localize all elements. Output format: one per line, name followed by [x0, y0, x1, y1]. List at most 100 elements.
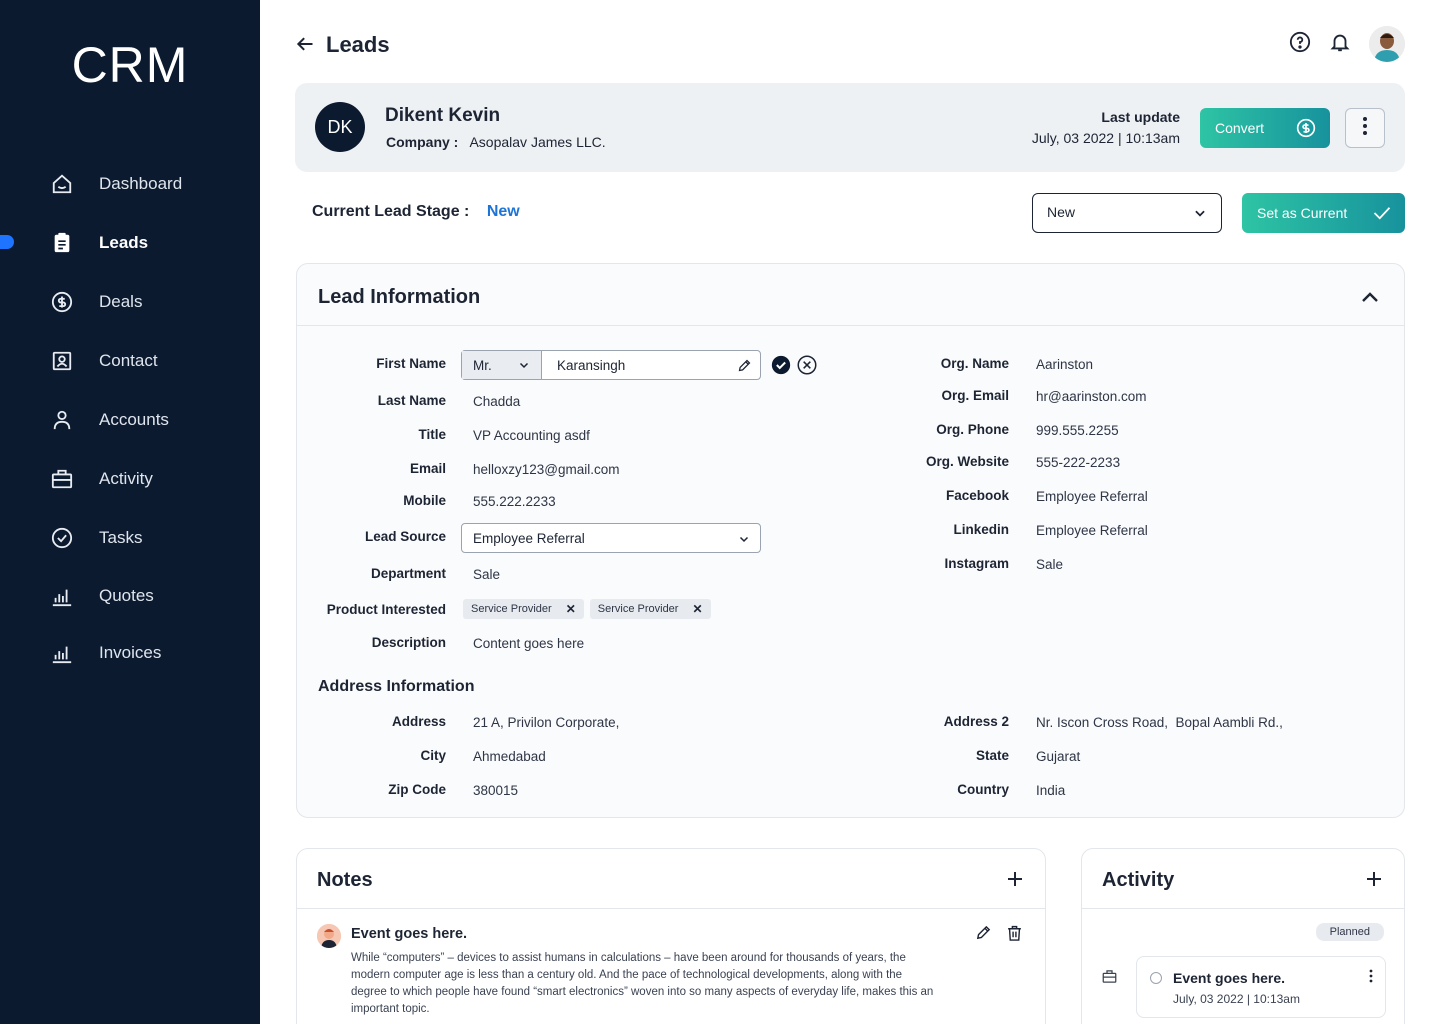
notification-bell-icon[interactable] [1329, 31, 1351, 58]
stage-label: Current Lead Stage : [312, 203, 470, 220]
linkedin-label: Linkedin [953, 522, 1009, 537]
stage-select[interactable]: New [1032, 193, 1222, 233]
pencil-icon[interactable] [737, 358, 752, 376]
avatar[interactable] [1369, 26, 1405, 62]
chevron-down-icon [737, 533, 751, 548]
sidebar-item-label: Accounts [99, 409, 169, 429]
kebab-menu-icon[interactable] [1369, 969, 1373, 988]
instagram-label: Instagram [944, 556, 1009, 571]
product-chip-label: Service Provider [597, 603, 679, 615]
linkedin-value: Employee Referral [1036, 523, 1148, 538]
dollar-circle-icon [50, 290, 74, 314]
add-note-icon[interactable] [1007, 871, 1023, 892]
sidebar-item-leads[interactable]: Leads [0, 213, 260, 272]
lead-information-header[interactable]: Lead Information [297, 264, 1404, 326]
title-label: Title [418, 427, 446, 442]
lead-summary-card: DK Dikent Kevin Company : Asopalav James… [295, 83, 1405, 172]
sidebar-item-tasks[interactable]: Tasks [0, 508, 260, 567]
product-chip: Service Provider ✕ [463, 599, 584, 619]
pencil-icon[interactable] [975, 924, 992, 947]
last-update-label: Last update [1101, 109, 1180, 125]
salutation-select[interactable]: Mr. [462, 351, 542, 379]
back-arrow-icon[interactable] [295, 34, 315, 59]
product-chip: Service Provider ✕ [589, 599, 711, 619]
user-icon [50, 408, 74, 432]
sidebar-item-deals[interactable]: Deals [0, 272, 260, 331]
address-2-value: Nr. Iscon Cross Road, Bopal Aambli Rd., [1036, 715, 1283, 730]
sidebar-item-quotes[interactable]: Quotes [0, 567, 260, 624]
trash-icon[interactable] [1006, 924, 1023, 947]
sidebar: CRM Dashboard Leads Deals Contact Accoun… [0, 0, 260, 1024]
city-label: City [420, 748, 446, 763]
app-logo: CRM [71, 37, 189, 93]
top-bar: Leads [295, 26, 1405, 66]
lead-information-card: Lead Information First Name Mr. Karansin… [296, 263, 1405, 818]
activity-title: Activity [1102, 869, 1175, 891]
email-label: Email [409, 461, 446, 476]
help-icon[interactable] [1289, 31, 1311, 58]
cancel-x-icon[interactable] [797, 355, 817, 380]
lead-stage-row: Current Lead Stage : New [312, 203, 520, 221]
company-label: Company : [386, 134, 459, 150]
mobile-label: Mobile [403, 493, 446, 508]
convert-button[interactable]: Convert [1200, 108, 1330, 148]
state-label: State [975, 748, 1009, 763]
activity-item[interactable]: Event goes here. July, 03 2022 | 10:13am [1136, 956, 1386, 1018]
note-title: Event goes here. [351, 926, 468, 942]
bar-chart-icon [50, 641, 74, 665]
address-value: 21 A, Privilon Corporate, [473, 715, 620, 730]
product-chips: Service Provider ✕ Service Provider ✕ [463, 599, 711, 619]
lead-initials-avatar: DK [315, 102, 365, 152]
avatar [317, 924, 341, 948]
country-value: India [1036, 783, 1066, 798]
product-chip-label: Service Provider [471, 603, 552, 615]
sidebar-item-label: Quotes [99, 585, 154, 605]
org-name-value: Aarinston [1036, 357, 1094, 372]
activity-card: Activity Planned Event goes here. July, … [1081, 848, 1405, 1024]
org-phone-value: 999.555.2255 [1036, 423, 1119, 438]
sidebar-item-label: Dashboard [99, 173, 183, 193]
sidebar-item-label: Invoices [99, 642, 162, 662]
check-circle-icon [50, 526, 74, 550]
sidebar-item-accounts[interactable]: Accounts [0, 390, 260, 449]
lead-source-label: Lead Source [364, 529, 446, 544]
department-value: Sale [473, 567, 501, 582]
chevron-up-icon[interactable] [1361, 290, 1379, 308]
address-2-label: Address 2 [943, 714, 1009, 729]
lead-source-select[interactable]: Employee Referral [461, 523, 761, 553]
briefcase-icon [50, 467, 74, 491]
sidebar-item-label: Activity [99, 468, 153, 488]
org-email-value: hr@aarinston.com [1036, 389, 1147, 404]
add-activity-icon[interactable] [1366, 871, 1382, 892]
city-value: Ahmedabad [473, 749, 546, 764]
set-as-current-button[interactable]: Set as Current [1242, 193, 1405, 233]
sidebar-item-activity[interactable]: Activity [0, 449, 260, 508]
last-update-value: July, 03 2022 | 10:13am [1031, 130, 1180, 146]
first-name-value: Karansingh [557, 357, 626, 373]
lead-information-title: Lead Information [318, 286, 481, 308]
last-name-value: Chadda [473, 394, 521, 409]
sidebar-item-invoices[interactable]: Invoices [0, 624, 260, 681]
remove-chip-icon[interactable]: ✕ [566, 602, 576, 616]
lead-source-value: Employee Referral [473, 531, 585, 546]
facebook-value: Employee Referral [1036, 489, 1148, 504]
chevron-down-icon [1193, 206, 1207, 223]
company-value: Asopalav James LLC. [469, 134, 606, 150]
sidebar-item-contact[interactable]: Contact [0, 331, 260, 390]
first-name-input[interactable]: Karansingh [542, 351, 760, 379]
zip-code-label: Zip Code [388, 782, 446, 797]
org-website-value: 555-222-2233 [1036, 455, 1121, 470]
confirm-check-icon[interactable] [771, 355, 791, 380]
activity-radio[interactable] [1150, 972, 1162, 984]
last-name-label: Last Name [377, 393, 446, 408]
sidebar-item-dashboard[interactable]: Dashboard [0, 154, 260, 213]
inline-edit-actions [771, 355, 817, 380]
set-as-current-label: Set as Current [1257, 205, 1348, 221]
contact-card-icon [50, 349, 74, 373]
org-name-label: Org. Name [940, 356, 1009, 371]
more-options-button[interactable] [1345, 108, 1385, 148]
remove-chip-icon[interactable]: ✕ [692, 602, 702, 616]
mobile-value: 555.222.2233 [473, 494, 556, 509]
description-label: Description [371, 635, 446, 650]
last-update: Last update July, 03 2022 | 10:13am [1032, 109, 1180, 146]
